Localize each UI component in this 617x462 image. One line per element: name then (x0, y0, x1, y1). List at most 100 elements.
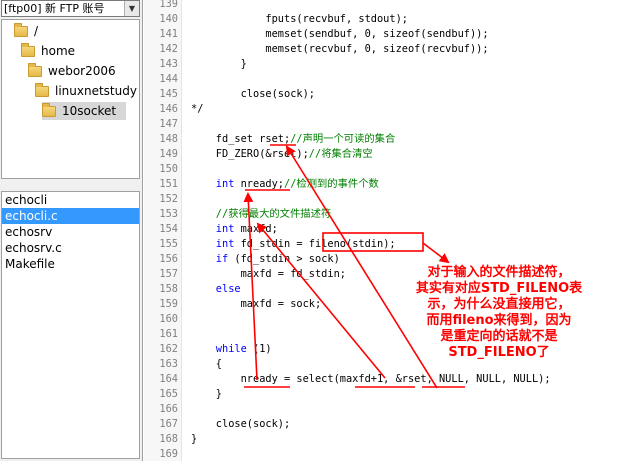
line-number: 169 (159, 448, 178, 460)
line-number: 147 (159, 118, 178, 130)
code-text: (fd_stdin > sock) (228, 253, 340, 265)
left-pane: [ftp00] 新 FTP 账号 ▼ / home webor2006 linuxne… (0, 0, 143, 461)
code-line[interactable]: } (191, 387, 222, 402)
code-line[interactable]: { (191, 357, 222, 372)
code-line[interactable]: nready = select(maxfd+1, &rset, NULL, NU… (191, 372, 551, 387)
line-number: 151 (159, 178, 178, 190)
file-list-item[interactable]: echocli (2, 192, 139, 208)
code-keyword: int (191, 178, 235, 190)
file-list-item[interactable]: echosrv.c (2, 240, 139, 256)
code-comment: //获得最大的文件描述符 (191, 208, 332, 220)
code-line[interactable]: } (191, 57, 247, 72)
line-number: 155 (159, 238, 178, 250)
code-line[interactable]: FD_ZERO(&rset);//将集合清空 (191, 147, 373, 162)
chevron-down-icon[interactable]: ▼ (124, 1, 139, 16)
annotation-line: 是重定向的话就不是 (440, 329, 558, 344)
code-line[interactable]: } (191, 432, 197, 447)
annotation-line: 对于输入的文件描述符， (427, 265, 571, 280)
annotation-text: 对于输入的文件描述符， 其实有对应STD_FILENO表 示，为什么没直接用它， 而用… (394, 265, 604, 361)
code-text: close(sock); (191, 418, 291, 430)
tree-item[interactable]: 10socket (42, 102, 127, 120)
code-text: FD_ZERO(&rset); (191, 148, 309, 160)
tree-item-label: linuxnetstudy (55, 84, 137, 98)
code-text: maxfd = sock; (191, 298, 322, 310)
tree-item-label: / (34, 24, 39, 38)
line-number: 157 (159, 268, 178, 280)
tree-item[interactable]: / (14, 22, 38, 40)
code-text: fputs(recvbuf, stdout); (191, 13, 408, 25)
annotation-line: 示，为什么没直接用它， (427, 297, 571, 312)
line-number: 139 (159, 0, 178, 10)
tree-item-label: home (41, 44, 76, 58)
code-line[interactable]: memset(sendbuf, 0, sizeof(sendbuf)); (191, 27, 489, 42)
code-text: nready; (234, 178, 285, 190)
line-number: 145 (159, 88, 178, 100)
code-line[interactable]: */ (191, 102, 203, 117)
line-number: 163 (159, 358, 178, 370)
code-text: fd_set rset; (191, 133, 291, 145)
code-text: nready = select(maxfd+1, &rset, NULL, NU… (191, 373, 551, 385)
file-list-item[interactable]: echosrv (2, 224, 139, 240)
code-text: memset(sendbuf, 0, sizeof(sendbuf)); (191, 28, 489, 40)
line-number: 153 (159, 208, 178, 220)
line-number: 154 (159, 223, 178, 235)
code-text: fd_stdin = fileno(stdin); (234, 238, 396, 250)
code-text: } (191, 433, 198, 445)
tree-item-label: 10socket (62, 104, 117, 118)
code-line[interactable]: int nready;//检测到的事件个数 (191, 177, 379, 192)
code-text: memset(recvbuf, 0, sizeof(recvbuf)); (191, 43, 489, 55)
folder-icon (35, 82, 49, 97)
code-text: { (191, 358, 222, 370)
code-keyword: int (191, 223, 235, 235)
code-line[interactable]: int fd_stdin = fileno(stdin); (191, 237, 396, 252)
line-number: 166 (159, 403, 178, 415)
file-list-item[interactable]: echocli.c (2, 208, 139, 224)
line-number: 165 (159, 388, 178, 400)
annotation-line: 其实有对应STD_FILENO表 (415, 281, 583, 296)
line-number: 142 (159, 43, 178, 55)
code-line[interactable]: //获得最大的文件描述符 (191, 207, 331, 222)
tree-item[interactable]: webor2006 (28, 62, 116, 80)
code-line[interactable]: fd_set rset;//声明一个可读的集合 (191, 132, 395, 147)
code-line[interactable]: close(sock); (191, 417, 290, 432)
file-list[interactable]: echocli echocli.c echosrv echosrv.c Makefile (1, 191, 140, 459)
line-number: 158 (159, 283, 178, 295)
code-line[interactable]: fputs(recvbuf, stdout); (191, 12, 408, 27)
file-list-item[interactable]: Makefile (2, 256, 139, 272)
code-text: maxfd = fd_stdin; (191, 268, 346, 280)
code-comment: //检测到的事件个数 (284, 178, 379, 190)
line-number-gutter: 139 140 141 142 143 144 145 146 147 148 149 150 151 1… (144, 0, 182, 461)
code-text: (1) (246, 343, 272, 355)
code-line[interactable]: else (191, 282, 241, 297)
line-number: 164 (159, 373, 178, 385)
line-number: 167 (159, 418, 178, 430)
line-number: 150 (159, 163, 178, 175)
annotation-line: 而用fileno来得到，因为 (426, 313, 572, 328)
line-number: 143 (159, 58, 178, 70)
folder-icon (21, 42, 35, 57)
tree-item[interactable]: linuxnetstudy (35, 82, 137, 100)
code-line[interactable]: if (fd_stdin > sock) (191, 252, 340, 267)
line-number: 162 (159, 343, 178, 355)
code-line[interactable]: maxfd = sock; (191, 297, 322, 312)
line-number: 146 (159, 103, 178, 115)
code-text: */ (191, 103, 204, 115)
code-keyword: while (191, 343, 247, 355)
code-line[interactable]: maxfd = fd_stdin; (191, 267, 346, 282)
code-line[interactable]: while (1) (191, 342, 272, 357)
line-number: 152 (159, 193, 178, 205)
account-select-label: [ftp00] 新 FTP 账号 (4, 2, 105, 15)
code-line[interactable]: close(sock); (191, 87, 315, 102)
code-line[interactable]: int maxfd; (191, 222, 278, 237)
line-number: 160 (159, 313, 178, 325)
line-number: 159 (159, 298, 178, 310)
code-text: } (191, 58, 247, 70)
code-text: maxfd; (234, 223, 278, 235)
code-line[interactable]: memset(recvbuf, 0, sizeof(recvbuf)); (191, 42, 489, 57)
line-number: 144 (159, 73, 178, 85)
code-editor[interactable]: 139 140 141 142 143 144 145 146 147 148 149 150 151 1… (144, 0, 617, 461)
line-number: 148 (159, 133, 178, 145)
ftp-account-select[interactable]: [ftp00] 新 FTP 账号 ▼ (1, 0, 140, 17)
directory-tree[interactable]: / home webor2006 linuxnetstudy 10socket (1, 19, 140, 179)
tree-item[interactable]: home (21, 42, 75, 60)
